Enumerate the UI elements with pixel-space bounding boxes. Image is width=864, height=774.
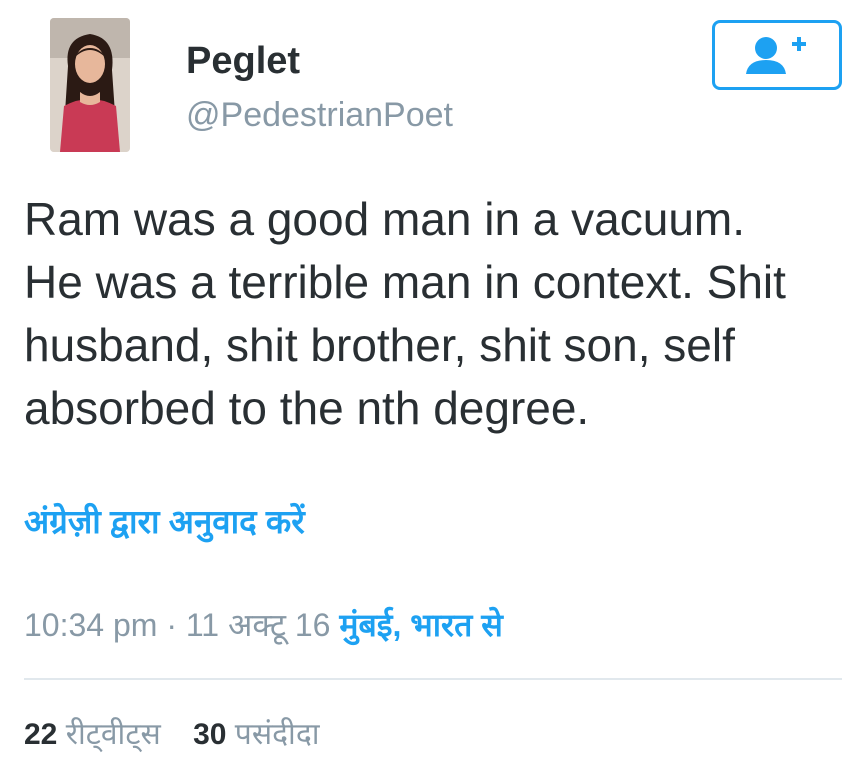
follow-user-plus-icon <box>746 37 806 74</box>
likes-stat[interactable]: 30 पसंदीदा <box>193 718 319 751</box>
tweet-date[interactable]: 11 अक्टू 16 <box>186 607 331 643</box>
tweet-stats: 22 रीट्वीट्स 30 पसंदीदा <box>24 712 344 753</box>
likes-count: 30 <box>193 718 227 751</box>
tweet-meta: 10:34 pm · 11 अक्टू 16 मुंबई, भारत से <box>24 603 503 646</box>
translate-link[interactable]: अंग्रेज़ी द्वारा अनुवाद करें <box>24 498 305 543</box>
divider <box>24 678 842 680</box>
likes-label: पसंदीदा <box>234 718 320 751</box>
tweet-text: Ram was a good man in a vacuum. He was a… <box>24 188 854 440</box>
tweet-text-line: absorbed to the nth degree. <box>24 382 590 434</box>
display-name[interactable]: Peglet <box>186 40 300 83</box>
user-handle[interactable]: @PedestrianPoet <box>186 96 453 135</box>
tweet-text-line: He was a terrible man in context. Shit <box>24 256 786 308</box>
avatar[interactable] <box>50 18 130 152</box>
retweets-stat[interactable]: 22 रीट्वीट्स <box>24 718 169 751</box>
tweet-text-line: husband, shit brother, shit son, self <box>24 319 735 371</box>
tweet-text-line: Ram was a good man in a vacuum. <box>24 193 746 245</box>
meta-separator: · <box>166 607 177 643</box>
tweet-location[interactable]: मुंबई, भारत से <box>339 607 503 643</box>
tweet-time[interactable]: 10:34 pm <box>24 607 157 643</box>
retweets-label: रीट्वीट्स <box>65 718 161 751</box>
retweets-count: 22 <box>24 718 58 751</box>
follow-button[interactable] <box>712 20 842 90</box>
avatar-image <box>50 18 130 152</box>
